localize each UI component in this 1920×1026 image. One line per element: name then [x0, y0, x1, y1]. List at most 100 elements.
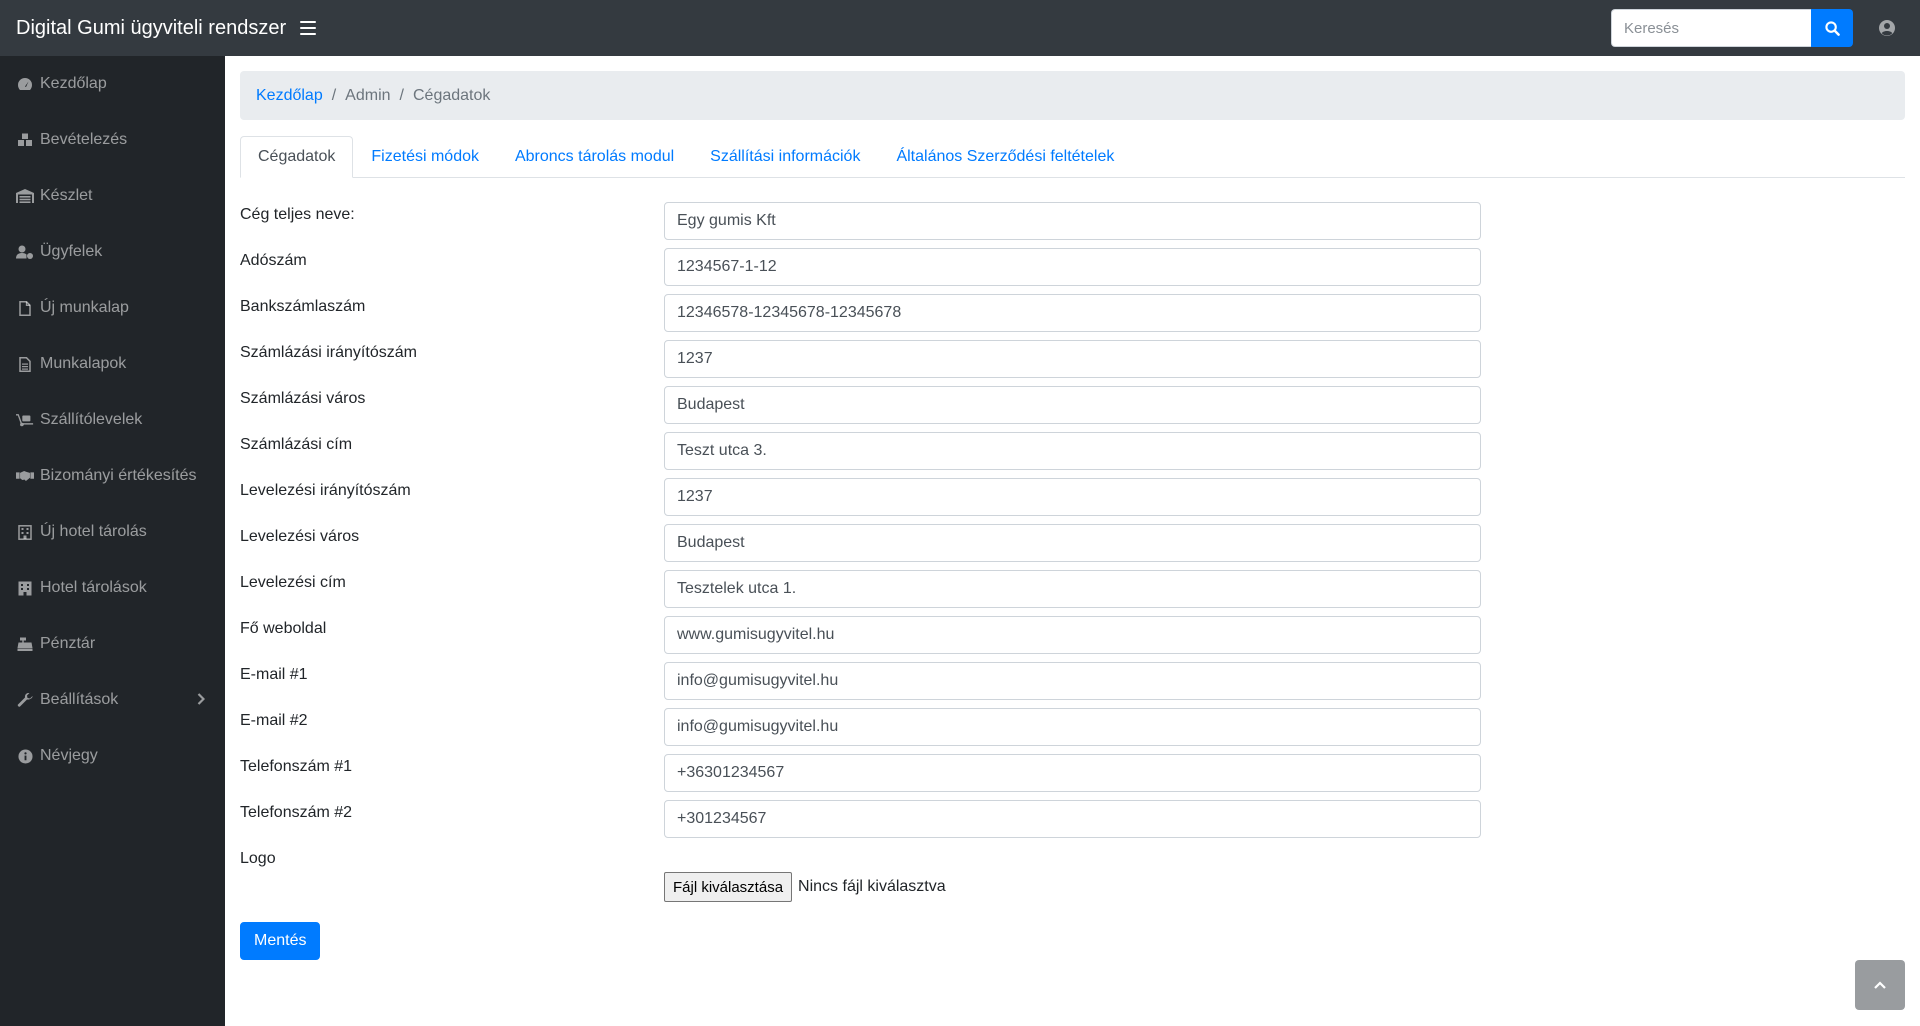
website-input[interactable]: [664, 616, 1481, 654]
field-label: E-mail #1: [240, 666, 308, 683]
form-row-fo-weboldal: Fő weboldal: [240, 616, 1905, 662]
field-label: Levelezési irányítószám: [240, 482, 411, 499]
chevron-right-icon: [197, 693, 205, 705]
search-input[interactable]: [1611, 9, 1811, 47]
logo-label: Logo: [240, 850, 276, 867]
tab-cegadatok[interactable]: Cégadatok: [240, 136, 354, 178]
sidebar-item-penztar[interactable]: Pénztár: [0, 616, 225, 672]
field-label: Adószám: [240, 252, 307, 269]
mailing-address-input[interactable]: [664, 570, 1481, 608]
breadcrumb-admin: Admin: [345, 86, 391, 104]
form-row-szamlazasi-iranyitoszam: Számlázási irányítószám: [240, 340, 1905, 386]
breadcrumb-separator: /: [331, 86, 337, 104]
company-data-form: Cég teljes neve: Adószám Bankszámlaszám …: [240, 202, 1905, 960]
form-row-levelezesi-varos: Levelezési város: [240, 524, 1905, 570]
field-label: Számlázási cím: [240, 436, 353, 453]
app-title[interactable]: Digital Gumi ügyviteli rendszer: [16, 17, 286, 40]
sidebar-item-hotel-tarolasok[interactable]: Hotel tárolások: [0, 560, 225, 616]
sidebar-item-bevetelezes[interactable]: Bevételezés: [0, 112, 225, 168]
sidebar-item-beallitasok[interactable]: Beállítások: [0, 672, 225, 728]
billing-zip-input[interactable]: [664, 340, 1481, 378]
sidebar-item-label: Új hotel tárolás: [40, 523, 147, 540]
field-label: Telefonszám #2: [240, 804, 353, 821]
sidebar-item-nevjegy[interactable]: Névjegy: [0, 728, 225, 784]
wrench-icon: [16, 692, 34, 708]
form-row-levelezesi-iranyitoszam: Levelezési irányítószám: [240, 478, 1905, 524]
field-label: Bankszámlaszám: [240, 298, 366, 315]
sidebar-item-label: Szállítólevelek: [40, 411, 143, 428]
sidebar-item-munkalapok[interactable]: Munkalapok: [0, 336, 225, 392]
form-row-szamlazasi-varos: Számlázási város: [240, 386, 1905, 432]
tab-szallitasi-informaciok[interactable]: Szállítási információk: [692, 136, 878, 178]
sidebar-item-uj-munkalap[interactable]: Új munkalap: [0, 280, 225, 336]
field-label: E-mail #2: [240, 712, 308, 729]
sidebar-item-kezdolap[interactable]: Kezdőlap: [0, 56, 225, 112]
handshake-icon: [16, 468, 34, 484]
choose-file-button[interactable]: Fájl kiválasztása: [664, 872, 793, 902]
form-row-szamlazasi-cim: Számlázási cím: [240, 432, 1905, 478]
sidebar-item-label: Munkalapok: [40, 355, 127, 372]
sidebar-item-label: Kezdőlap: [40, 75, 107, 92]
cash-register-icon: [16, 636, 34, 652]
sidebar-item-ugyfelek[interactable]: Ügyfelek: [0, 224, 225, 280]
info-circle-icon: [16, 748, 34, 764]
sidebar: Kezdőlap Bevételezés Készlet Ügyfelek Új…: [0, 56, 225, 1026]
field-label: Levelezési város: [240, 528, 360, 545]
sidebar-item-label: Új munkalap: [40, 299, 129, 316]
mailing-city-input[interactable]: [664, 524, 1481, 562]
sidebar-item-uj-hotel-tarolas[interactable]: Új hotel tárolás: [0, 504, 225, 560]
top-navbar: Digital Gumi ügyviteli rendszer: [0, 0, 1920, 56]
field-label: Számlázási város: [240, 390, 366, 407]
mailing-zip-input[interactable]: [664, 478, 1481, 516]
file-alt-icon: [16, 356, 34, 372]
field-label: Cég teljes neve:: [240, 206, 355, 223]
user-account-icon[interactable]: [1877, 18, 1897, 38]
sidebar-item-label: Készlet: [40, 187, 93, 204]
phone-2-input[interactable]: [664, 800, 1481, 838]
billing-city-input[interactable]: [664, 386, 1481, 424]
chevron-up-icon: [1874, 981, 1886, 989]
save-button[interactable]: Mentés: [240, 922, 321, 960]
field-label: Telefonszám #1: [240, 758, 353, 775]
warehouse-icon: [16, 188, 34, 204]
sidebar-item-label: Bizományi értékesítés: [40, 467, 197, 484]
email-2-input[interactable]: [664, 708, 1481, 746]
company-name-input[interactable]: [664, 202, 1481, 240]
hamburger-menu-icon[interactable]: [300, 21, 317, 35]
scroll-to-top-button[interactable]: [1855, 960, 1905, 1010]
tab-fizetesi-modok[interactable]: Fizetési módok: [353, 136, 497, 178]
phone-1-input[interactable]: [664, 754, 1481, 792]
tab-abroncs-tarolas-modul[interactable]: Abroncs tárolás modul: [497, 136, 692, 178]
logo-file-picker: Fájl kiválasztása Nincs fájl kiválasztva: [664, 872, 946, 902]
hotel-icon: [16, 580, 34, 596]
form-row-bankszamlaszam: Bankszámlaszám: [240, 294, 1905, 340]
form-row-levelezesi-cim: Levelezési cím: [240, 570, 1905, 616]
breadcrumb-home-link[interactable]: Kezdőlap: [256, 87, 323, 105]
sidebar-item-label: Beállítások: [40, 691, 119, 708]
sidebar-item-szallitolevelek[interactable]: Szállítólevelek: [0, 392, 225, 448]
sidebar-item-keszlet[interactable]: Készlet: [0, 168, 225, 224]
form-row-email-2: E-mail #2: [240, 708, 1905, 754]
sidebar-item-label: Névjegy: [40, 747, 98, 764]
bank-account-input[interactable]: [664, 294, 1481, 332]
breadcrumb-separator: /: [399, 86, 404, 104]
email-1-input[interactable]: [664, 662, 1481, 700]
search-button[interactable]: [1811, 9, 1853, 47]
tab-aszf[interactable]: Általános Szerződési feltételek: [878, 136, 1132, 178]
form-row-email-1: E-mail #1: [240, 662, 1905, 708]
breadcrumb-current: Cégadatok: [412, 86, 491, 104]
form-row-telefonszam-2: Telefonszám #2: [240, 800, 1905, 846]
sidebar-item-label: Pénztár: [40, 635, 96, 652]
field-label: Számlázási irányítószám: [240, 344, 417, 361]
form-row-ceg-neve: Cég teljes neve:: [240, 202, 1905, 248]
form-row-telefonszam-1: Telefonszám #1: [240, 754, 1905, 800]
billing-address-input[interactable]: [664, 432, 1481, 470]
cubes-icon: [16, 132, 34, 148]
search-icon: [1824, 20, 1840, 36]
sidebar-item-bizomanyi-ertekesites[interactable]: Bizományi értékesítés: [0, 448, 225, 504]
form-row-logo: Logo Fájl kiválasztása Nincs fájl kivála…: [240, 846, 1905, 916]
sidebar-item-label: Ügyfelek: [40, 243, 103, 260]
breadcrumb: Kezdőlap / Admin / Cégadatok: [240, 71, 1905, 120]
tax-number-input[interactable]: [664, 248, 1481, 286]
form-row-adoszam: Adószám: [240, 248, 1905, 294]
